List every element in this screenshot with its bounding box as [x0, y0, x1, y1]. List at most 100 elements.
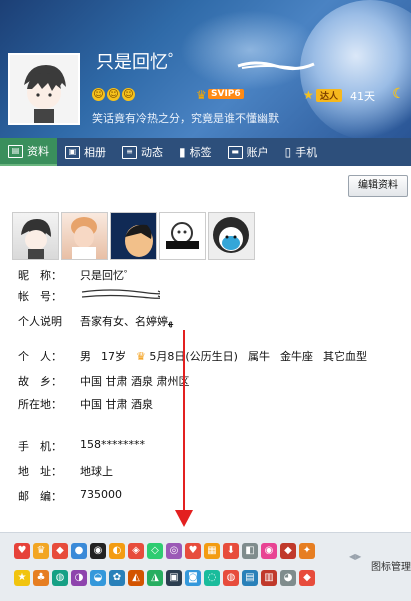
- hometown-value: 中国 甘肃 酒泉 肃州区: [80, 375, 190, 388]
- tab-bar: ▤ 资料 ▣ 相册 ≡ 动态 ▮ 标签 ▬ 账户 ▯ 手机: [0, 138, 411, 166]
- tab-profile[interactable]: ▤ 资料: [0, 138, 57, 166]
- header-moon-decoration: [300, 0, 411, 138]
- service-icon[interactable]: ♥: [14, 543, 30, 559]
- service-icon[interactable]: ◇: [147, 543, 163, 559]
- active-days: 41天: [350, 90, 375, 103]
- service-icon[interactable]: ◍: [223, 570, 239, 586]
- wallet-icon: ▬: [227, 145, 243, 159]
- photo-thumbnail[interactable]: [110, 212, 157, 260]
- id-card-icon: ▤: [8, 144, 23, 158]
- qq-level-icons[interactable]: ☺ ☺ ☺ ☾ ☾ ☾ ☾: [92, 87, 405, 102]
- service-icon[interactable]: ◭: [128, 570, 144, 586]
- mobile-value: 158********: [80, 438, 145, 451]
- nickname-label: 昵 称：: [18, 269, 62, 282]
- service-icon[interactable]: ◐: [109, 543, 125, 559]
- address-value: 地球上: [80, 465, 113, 478]
- header-decoration: [180, 10, 320, 90]
- birthday: ♛ 5月8日(公历生日): [136, 350, 238, 363]
- service-icon[interactable]: ◕: [280, 570, 296, 586]
- personal-info: 男 17岁 ♛ 5月8日(公历生日) 属牛 金牛座 其它血型: [80, 348, 367, 364]
- personal-label: 个 人：: [18, 350, 62, 363]
- service-icon[interactable]: ♥: [185, 543, 201, 559]
- service-icons-row-1: ♥ ♛ ◆ ● ◉ ◐ ◈ ◇ ◎ ♥ ▦ ⬇ ◧ ◉ ◆ ✦: [14, 543, 315, 559]
- location-label: 所在地：: [18, 398, 62, 411]
- service-icon[interactable]: ◆: [299, 570, 315, 586]
- service-icon[interactable]: ▥: [261, 570, 277, 586]
- service-icon[interactable]: ▤: [242, 570, 258, 586]
- daren-badge[interactable]: 达人: [316, 89, 343, 102]
- age: 17岁: [101, 350, 126, 363]
- bio-value: 吾家有女、名婷婷ﻬ: [80, 315, 174, 328]
- service-icon[interactable]: ◍: [52, 570, 68, 586]
- tab-label: 动态: [141, 146, 163, 159]
- service-icon[interactable]: ◌: [204, 570, 220, 586]
- photo-thumbnail[interactable]: [61, 212, 108, 260]
- annotation-arrow-head: [175, 510, 193, 527]
- location-value: 中国 甘肃 酒泉: [80, 398, 153, 411]
- tab-tags[interactable]: ▮ 标签: [171, 138, 220, 166]
- service-icons-row-2: ★ ♣ ◍ ◑ ◒ ✿ ◭ ◮ ▣ ◙ ◌ ◍ ▤ ▥ ◕ ◆: [14, 570, 315, 586]
- icon-manager-link[interactable]: 图标管理: [371, 558, 411, 573]
- crown-icon: ♛: [196, 88, 207, 102]
- photo-thumbnail[interactable]: [12, 212, 59, 260]
- crown-icon: ♛: [136, 350, 146, 363]
- service-icon[interactable]: ▦: [204, 543, 220, 559]
- address-label: 地 址：: [18, 465, 62, 478]
- zodiac: 金牛座: [279, 350, 313, 363]
- tab-label: 标签: [189, 146, 212, 159]
- photo-thumbnail[interactable]: [208, 212, 255, 260]
- avatar[interactable]: [8, 53, 80, 125]
- icon-nav-arrows[interactable]: ◀▶: [349, 552, 361, 561]
- photo-album-icon: ▣: [65, 145, 80, 159]
- service-icon[interactable]: ◆: [280, 543, 296, 559]
- tab-account[interactable]: ▬ 账户: [220, 138, 277, 166]
- tab-label: 资料: [27, 145, 49, 158]
- photo-thumbnail[interactable]: [159, 212, 206, 260]
- tab-feed[interactable]: ≡ 动态: [114, 138, 171, 166]
- moon-icon: ☾: [392, 86, 405, 102]
- service-icon[interactable]: ◒: [90, 570, 106, 586]
- sun-icon: ☺: [122, 88, 135, 101]
- service-icon[interactable]: ◧: [242, 543, 258, 559]
- service-icon[interactable]: ♣: [33, 570, 49, 586]
- blood-type: 其它血型: [322, 350, 367, 363]
- svip-badge[interactable]: SVIP6: [208, 89, 244, 99]
- tab-label: 手机: [295, 146, 318, 159]
- service-icon[interactable]: ◎: [166, 543, 182, 559]
- redacted-scribble: [237, 61, 315, 71]
- service-icon[interactable]: ◙: [185, 570, 201, 586]
- service-icon[interactable]: ▣: [166, 570, 182, 586]
- service-icon[interactable]: ⬇: [223, 543, 239, 559]
- service-icon[interactable]: ◆: [52, 543, 68, 559]
- signature: 笑话竟有冷热之分，究竟是谁不懂幽默: [92, 112, 279, 125]
- photo-strip: [12, 212, 255, 260]
- service-icon[interactable]: ♛: [33, 543, 49, 559]
- bio-label: 个人说明: [18, 315, 62, 328]
- hometown-label: 故 乡：: [18, 375, 62, 388]
- sun-icon: ☺: [107, 88, 120, 101]
- tab-album[interactable]: ▣ 相册: [57, 138, 114, 166]
- service-icon[interactable]: ★: [14, 570, 30, 586]
- service-icon[interactable]: ◈: [128, 543, 144, 559]
- service-icon[interactable]: ◑: [71, 570, 87, 586]
- header-nickname: 只是回忆゜: [96, 52, 186, 73]
- feed-icon: ≡: [122, 145, 137, 159]
- service-icon[interactable]: ✿: [109, 570, 125, 586]
- service-icon[interactable]: ◉: [261, 543, 277, 559]
- bookmark-icon: ▮: [179, 145, 186, 159]
- redacted-account-scribble: [81, 289, 160, 299]
- postcode-label: 邮 编：: [18, 490, 62, 503]
- gender: 男: [80, 350, 91, 363]
- phone-icon: ▯: [284, 145, 292, 159]
- edit-profile-button[interactable]: 编辑资料: [348, 175, 408, 197]
- service-icon[interactable]: ◉: [90, 543, 106, 559]
- service-icon[interactable]: ✦: [299, 543, 315, 559]
- tab-mobile[interactable]: ▯ 手机: [277, 138, 326, 166]
- chinese-zodiac: 属牛: [247, 350, 270, 363]
- service-icon[interactable]: ◮: [147, 570, 163, 586]
- tab-label: 账户: [246, 146, 269, 159]
- service-icon[interactable]: ●: [71, 543, 87, 559]
- postcode-value: 735000: [80, 488, 122, 501]
- mobile-label: 手 机：: [18, 440, 62, 453]
- annotation-arrow-line: [183, 330, 185, 512]
